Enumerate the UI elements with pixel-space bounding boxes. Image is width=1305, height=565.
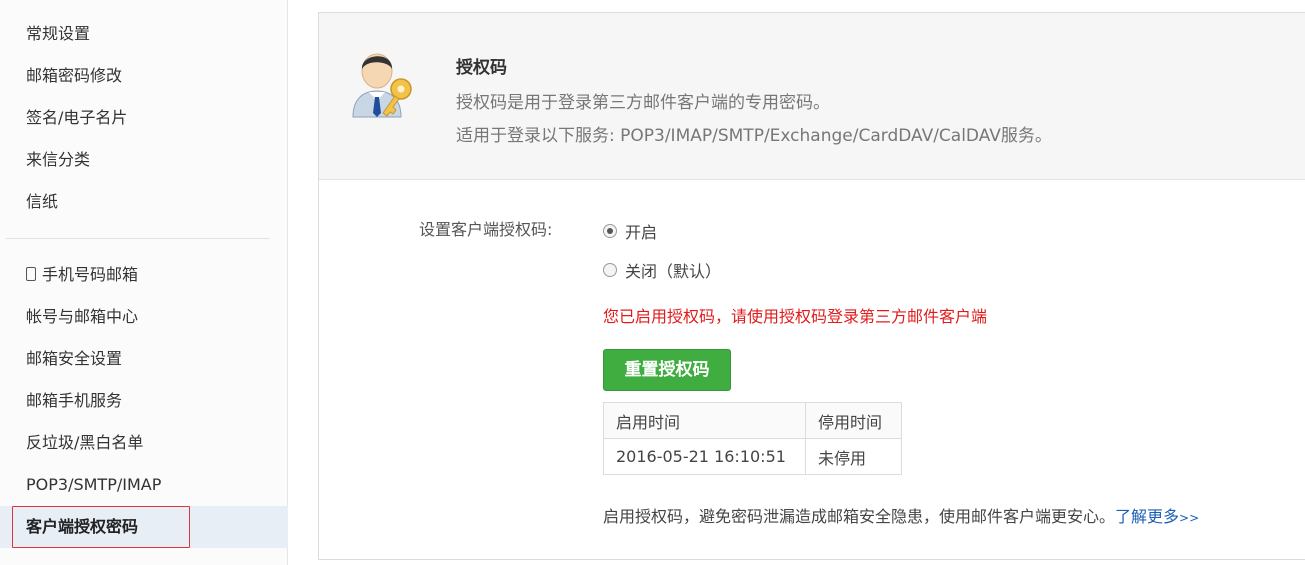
sidebar-item-stationery[interactable]: 信纸 — [26, 191, 58, 213]
learn-more-label: 了解更多 — [1115, 507, 1180, 526]
user-key-icon — [352, 53, 412, 118]
enabled-notice: 您已启用授权码，请使用授权码登录第三方邮件客户端 — [603, 307, 988, 326]
header-services: 适用于登录以下服务: POP3/IMAP/SMTP/Exchange/CardD… — [456, 126, 1052, 146]
enabled-time-cell: 2016-05-21 16:10:51 — [603, 438, 806, 475]
footer-tip-text: 启用授权码，避免密码泄漏造成邮箱安全隐患，使用邮件客户端更安心。 — [603, 507, 1116, 526]
sidebar-item-antispam[interactable]: 反垃圾/黑白名单 — [26, 432, 143, 454]
sidebar-item-label: 手机号码邮箱 — [42, 265, 139, 284]
radio-off-label: 关闭（默认） — [625, 262, 722, 281]
auth-code-setting-label: 设置客户端授权码: — [419, 220, 553, 239]
auth-code-table: 启用时间 停用时间 2016-05-21 16:10:51 未停用 — [603, 402, 902, 475]
sidebar-item-pop3-smtp-imap[interactable]: POP3/SMTP/IMAP — [26, 474, 161, 496]
column-header-enabled-time: 启用时间 — [603, 402, 806, 439]
sidebar-item-password[interactable]: 邮箱密码修改 — [26, 65, 122, 87]
sidebar-item-phone-service[interactable]: 邮箱手机服务 — [26, 390, 122, 412]
sidebar-item-account-center[interactable]: 帐号与邮箱中心 — [26, 306, 138, 328]
sidebar-item-signature[interactable]: 签名/电子名片 — [26, 107, 127, 129]
sidebar-divider — [6, 238, 270, 239]
radio-selected[interactable] — [603, 224, 617, 238]
header-description: 授权码是用于登录第三方邮件客户端的专用密码。 — [456, 93, 830, 113]
learn-more-link[interactable]: 了解更多>> — [1115, 507, 1199, 526]
sidebar-item-mail-filter[interactable]: 来信分类 — [26, 149, 90, 171]
footer-tip: 启用授权码，避免密码泄漏造成邮箱安全隐患，使用邮件客户端更安心。了解更多>> — [603, 503, 1199, 527]
settings-sidebar: 常规设置 邮箱密码修改 签名/电子名片 来信分类 信纸 手机号码邮箱 帐号与邮箱… — [0, 0, 288, 565]
column-header-disabled-time: 停用时间 — [805, 402, 902, 439]
disabled-time-cell: 未停用 — [805, 438, 902, 475]
sidebar-item-general[interactable]: 常规设置 — [26, 23, 90, 45]
radio-option-off[interactable]: 关闭（默认） — [603, 258, 721, 282]
sidebar-item-phone-mailbox[interactable]: 手机号码邮箱 — [26, 264, 138, 286]
page-title: 授权码 — [456, 58, 507, 78]
sidebar-item-client-auth-code[interactable]: 客户端授权密码 — [26, 516, 138, 538]
mobile-phone-icon — [26, 267, 36, 281]
radio-option-on[interactable]: 开启 — [603, 219, 657, 243]
sidebar-item-security[interactable]: 邮箱安全设置 — [26, 348, 122, 370]
double-chevron-right-icon: >> — [1179, 511, 1200, 525]
table-header-row: 启用时间 停用时间 — [603, 402, 902, 439]
auth-code-panel: 授权码 授权码是用于登录第三方邮件客户端的专用密码。 适用于登录以下服务: PO… — [318, 12, 1305, 560]
radio-unselected[interactable] — [603, 263, 617, 277]
reset-auth-code-button[interactable]: 重置授权码 — [603, 349, 731, 391]
panel-header: 授权码 授权码是用于登录第三方邮件客户端的专用密码。 适用于登录以下服务: PO… — [319, 13, 1305, 180]
radio-on-label: 开启 — [625, 223, 658, 242]
table-row: 2016-05-21 16:10:51 未停用 — [603, 438, 902, 475]
